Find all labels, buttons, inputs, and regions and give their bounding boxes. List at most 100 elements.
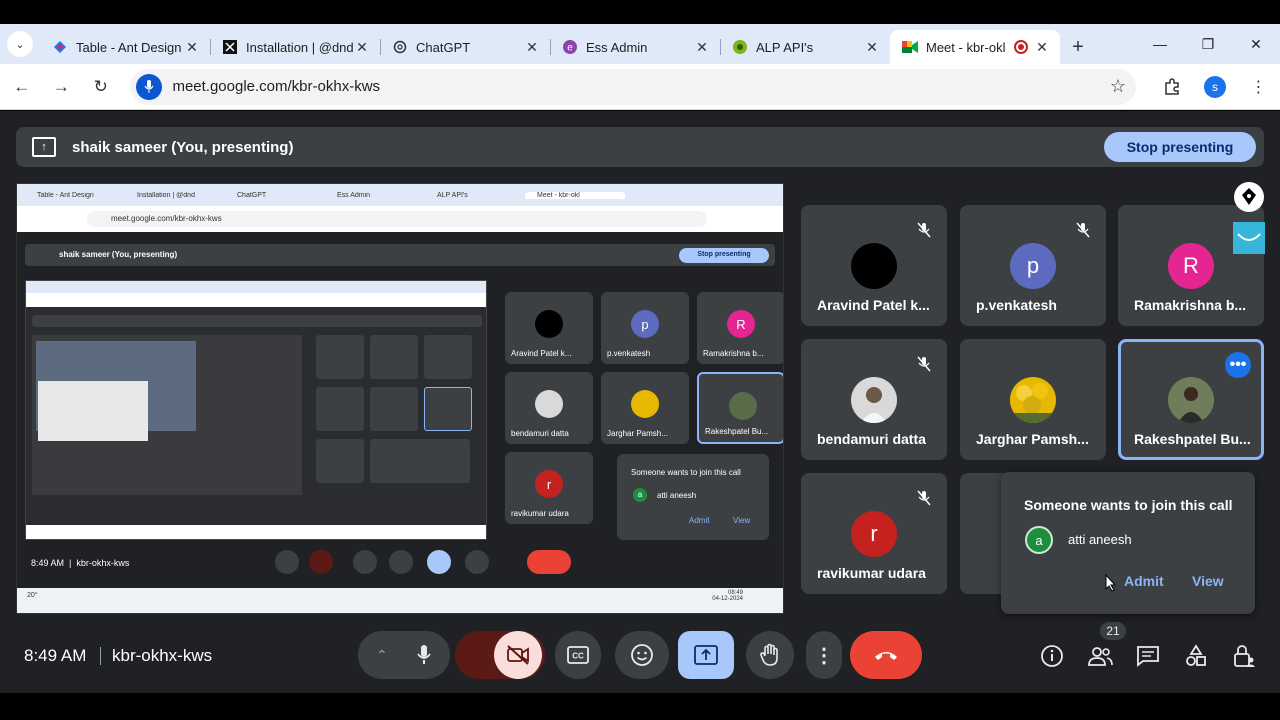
close-tab-icon[interactable]: ✕ [1034,39,1050,56]
mini-clock: 8:49 AM | kbr-okhx-kws [31,558,130,568]
mini-tile: r ravikumar udara [505,452,593,524]
avatar: a [1025,526,1053,554]
mini-tile: R Ramakrishna b... [697,292,783,364]
avatar: s [1203,75,1226,98]
divider [100,647,101,665]
mini-tab: Installation | @dnd [137,191,195,199]
more-options-button[interactable]: ⋮ [806,631,842,679]
chevron-up-icon[interactable]: ⌃ [362,647,402,664]
participant-name: Jarghar Pamsh... [976,431,1089,447]
muted-mic-icon [1072,219,1094,241]
camera-off-button[interactable] [494,631,542,679]
activities-button[interactable] [1182,642,1210,670]
presenting-banner: ↑ shaik sameer (You, presenting) Stop pr… [16,127,1264,167]
mini-tile: p p.venkatesh [601,292,689,364]
mini-control [309,550,333,574]
camera-off-icon [507,645,529,665]
tab-title: Meet - kbr-okl [926,39,1006,55]
mini-control [465,550,489,574]
bookmark-star-icon[interactable]: ☆ [1100,76,1136,97]
restore-icon[interactable]: ❐ [1184,24,1232,64]
recording-indicator-icon [1014,40,1028,54]
leave-call-button[interactable] [850,631,922,679]
back-arrow-icon[interactable]: ← [4,69,39,105]
close-tab-icon[interactable]: ✕ [184,39,200,56]
participant-tile[interactable]: p p.venkatesh [960,205,1106,326]
mini-tile: Jarghar Pamsh... [601,372,689,444]
participant-tile[interactable]: r ravikumar udara [801,473,947,594]
avatar: r [851,511,897,557]
omnibox[interactable]: meet.google.com/kbr-okhx-kws ☆ [130,68,1136,105]
stop-presenting-button[interactable]: Stop presenting [1104,132,1256,162]
minimize-icon[interactable]: — [1136,24,1184,64]
people-button[interactable] [1086,642,1114,670]
new-tab-button[interactable]: + [1060,30,1096,64]
microphone-in-use-icon[interactable] [136,73,163,100]
admit-button[interactable]: Admit [1124,573,1164,589]
mini-stop-button: Stop presenting [679,248,769,263]
microphone-icon[interactable] [402,644,446,666]
present-screen-button[interactable] [678,631,734,679]
mini-presenting-banner: shaik sameer (You, presenting) Stop pres… [25,244,775,266]
forward-arrow-icon[interactable]: → [43,69,78,105]
participant-tile[interactable]: Aravind Patel k... [801,205,947,326]
vertical-dots-icon: ⋮ [814,644,834,667]
hang-up-icon [875,652,897,660]
close-tab-icon[interactable]: ✕ [864,39,880,56]
ant-design-logo-icon [52,39,68,55]
close-tab-icon[interactable]: ✕ [694,39,710,56]
browser-tab-strip: ⌄ Table - Ant Design ✕ Installation | @d… [0,24,1280,64]
mini-tab: ALP API's [437,191,468,199]
raise-hand-button[interactable] [746,631,794,679]
participant-tile[interactable]: ••• Rakeshpatel Bu... [1118,339,1264,460]
present-screen-icon: ↑ [32,137,56,157]
profile-button[interactable]: s [1193,75,1236,98]
tab-title: Ess Admin [586,39,648,55]
captions-button[interactable]: CC [555,631,601,679]
tab-alp-apis[interactable]: ALP API's ✕ [720,30,890,64]
meeting-details-button[interactable] [1038,642,1066,670]
participant-tile[interactable]: bendamuri datta [801,339,947,460]
chat-button[interactable] [1134,642,1162,670]
reload-icon[interactable]: ↻ [83,69,118,105]
tab-ess-admin[interactable]: e Ess Admin ✕ [550,30,720,64]
extension-widget-icon[interactable] [1233,222,1265,254]
shared-screen-preview: Table - Ant Design Installation | @dnd C… [16,183,784,614]
participant-name: Rakeshpatel Bu... [1134,431,1251,447]
shapes-icon [1186,644,1206,666]
avatar [1168,377,1214,423]
openai-logo-icon [392,39,408,55]
pen-nib-extension-icon[interactable] [1234,182,1264,212]
mini-nested-screen [25,280,487,540]
extensions-puzzle-icon[interactable] [1150,77,1193,96]
tab-table-ant-design[interactable]: Table - Ant Design ✕ [40,30,210,64]
close-window-icon[interactable]: ✕ [1232,24,1280,64]
mini-tab: ChatGPT [237,191,267,199]
mini-tab: Meet - kbr-okl [525,191,625,199]
tab-chatgpt[interactable]: ChatGPT ✕ [380,30,550,64]
mini-taskbar: 20° 08:49 04-12-2024 [17,588,783,613]
url-text: meet.google.com/kbr-okhx-kws [172,78,381,95]
meeting-time: 8:49 AM [24,646,87,665]
closed-captions-icon: CC [567,646,589,664]
mini-tile: bendamuri datta [505,372,593,444]
chevron-down-icon: ⌄ [7,31,33,57]
close-tab-icon[interactable]: ✕ [354,39,370,56]
participant-tile[interactable]: Jarghar Pamsh... [960,339,1106,460]
view-button[interactable]: View [1192,573,1224,589]
meet-main: ↑ shaik sameer (You, presenting) Stop pr… [0,111,1280,693]
muted-mic-icon [913,353,935,375]
kebab-menu-icon[interactable]: ⋮ [1237,77,1280,97]
reactions-button[interactable] [615,631,669,679]
tab-search-button[interactable]: ⌄ [0,24,40,64]
meeting-controls-bar: 8:49 AM kbr-okhx-kws ⌃ ⌃ CC ⋮ 21 [0,622,1280,680]
avatar: p [1010,243,1056,289]
more-options-icon[interactable]: ••• [1225,352,1251,378]
tab-google-meet[interactable]: Meet - kbr-okl ✕ [890,30,1060,64]
address-bar: ← → ↻ meet.google.com/kbr-okhx-kws ☆ s ⋮ [0,64,1280,110]
tab-installation-dnd[interactable]: Installation | @dnd ✕ [210,30,380,64]
mini-tab-strip: Table - Ant Design Installation | @dnd C… [17,184,783,206]
close-tab-icon[interactable]: ✕ [524,39,540,56]
mini-url: meet.google.com/kbr-okhx-kws [87,211,707,227]
host-controls-button[interactable] [1230,642,1258,670]
